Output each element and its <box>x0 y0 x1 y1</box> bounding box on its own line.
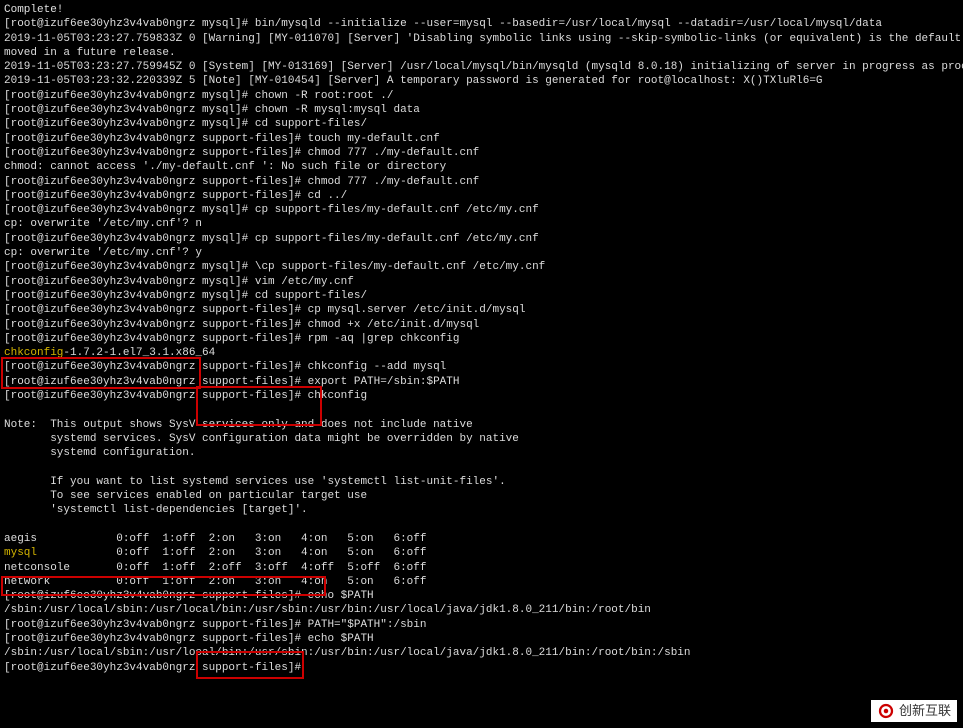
output-line: moved in a future release. <box>4 46 959 60</box>
output-line: /sbin:/usr/local/sbin:/usr/local/bin:/us… <box>4 646 959 660</box>
cmd-line: [root@izuf6ee30yhz3v4vab0ngrz support-fi… <box>4 318 959 332</box>
cmd-line: [root@izuf6ee30yhz3v4vab0ngrz mysql]# \c… <box>4 260 959 274</box>
output-line: 'systemctl list-dependencies [target]'. <box>4 503 959 517</box>
cmd-line: [root@izuf6ee30yhz3v4vab0ngrz mysql]# cp… <box>4 232 959 246</box>
output-line: cp: overwrite '/etc/my.cnf'? n <box>4 217 959 231</box>
cmd-line: [root@izuf6ee30yhz3v4vab0ngrz mysql]# cp… <box>4 203 959 217</box>
output-line: chkconfig-1.7.2-1.el7_3.1.x86_64 <box>4 346 959 360</box>
blank-line <box>4 518 959 532</box>
cmd-line: [root@izuf6ee30yhz3v4vab0ngrz mysql]# vi… <box>4 275 959 289</box>
cmd-line: [root@izuf6ee30yhz3v4vab0ngrz support-fi… <box>4 189 959 203</box>
service-row-network: network 0:off 1:off 2:on 3:on 4:on 5:on … <box>4 575 959 589</box>
logo-icon <box>877 702 895 720</box>
cmd-line: [root@izuf6ee30yhz3v4vab0ngrz support-fi… <box>4 303 959 317</box>
pkg-name: chkconfig <box>4 347 63 359</box>
output-line: To see services enabled on particular ta… <box>4 489 959 503</box>
service-row-netconsole: netconsole 0:off 1:off 2:off 3:off 4:off… <box>4 561 959 575</box>
watermark-text: 创新互联 <box>899 703 951 720</box>
service-row-mysql: mysql 0:off 1:off 2:on 3:on 4:on 5:on 6:… <box>4 546 959 560</box>
cmd-line: [root@izuf6ee30yhz3v4vab0ngrz support-fi… <box>4 360 959 374</box>
cmd-line: [root@izuf6ee30yhz3v4vab0ngrz mysql]# cd… <box>4 289 959 303</box>
cmd-line: [root@izuf6ee30yhz3v4vab0ngrz support-fi… <box>4 175 959 189</box>
output-line: cp: overwrite '/etc/my.cnf'? y <box>4 246 959 260</box>
blank-line <box>4 461 959 475</box>
output-line: 2019-11-05T03:23:27.759945Z 0 [System] [… <box>4 60 959 74</box>
output-line: chmod: cannot access './my-default.cnf '… <box>4 160 959 174</box>
mysql-levels: 0:off 1:off 2:on 3:on 4:on 5:on 6:off <box>37 547 426 559</box>
output-line: 2019-11-05T03:23:32.220339Z 5 [Note] [MY… <box>4 74 959 88</box>
output-line: 2019-11-05T03:23:27.759833Z 0 [Warning] … <box>4 32 959 46</box>
mysql-service: mysql <box>4 547 37 559</box>
output-line: systemd configuration. <box>4 446 959 460</box>
cmd-line: [root@izuf6ee30yhz3v4vab0ngrz mysql]# ch… <box>4 103 959 117</box>
cmd-line: [root@izuf6ee30yhz3v4vab0ngrz support-fi… <box>4 632 959 646</box>
output-line: Note: This output shows SysV services on… <box>4 418 959 432</box>
blank-line <box>4 403 959 417</box>
cmd-line: [root@izuf6ee30yhz3v4vab0ngrz support-fi… <box>4 389 959 403</box>
cmd-line: [root@izuf6ee30yhz3v4vab0ngrz support-fi… <box>4 375 959 389</box>
service-row-aegis: aegis 0:off 1:off 2:on 3:on 4:on 5:on 6:… <box>4 532 959 546</box>
cmd-line: [root@izuf6ee30yhz3v4vab0ngrz support-fi… <box>4 589 959 603</box>
output-line: /sbin:/usr/local/sbin:/usr/local/bin:/us… <box>4 603 959 617</box>
output-line: systemd services. SysV configuration dat… <box>4 432 959 446</box>
output-line: If you want to list systemd services use… <box>4 475 959 489</box>
cmd-line: [root@izuf6ee30yhz3v4vab0ngrz support-fi… <box>4 661 959 675</box>
cmd-line: [root@izuf6ee30yhz3v4vab0ngrz support-fi… <box>4 132 959 146</box>
terminal-output[interactable]: Complete! [root@izuf6ee30yhz3v4vab0ngrz … <box>4 3 959 675</box>
status-line: Complete! <box>4 3 959 17</box>
cmd-line: [root@izuf6ee30yhz3v4vab0ngrz support-fi… <box>4 618 959 632</box>
cmd-line: [root@izuf6ee30yhz3v4vab0ngrz mysql]# bi… <box>4 17 959 31</box>
pkg-version: -1.7.2-1.el7_3.1.x86_64 <box>63 347 215 359</box>
watermark: 创新互联 <box>871 700 957 722</box>
cmd-line: [root@izuf6ee30yhz3v4vab0ngrz mysql]# ch… <box>4 89 959 103</box>
cmd-line: [root@izuf6ee30yhz3v4vab0ngrz support-fi… <box>4 146 959 160</box>
cmd-line: [root@izuf6ee30yhz3v4vab0ngrz support-fi… <box>4 332 959 346</box>
cmd-line: [root@izuf6ee30yhz3v4vab0ngrz mysql]# cd… <box>4 117 959 131</box>
